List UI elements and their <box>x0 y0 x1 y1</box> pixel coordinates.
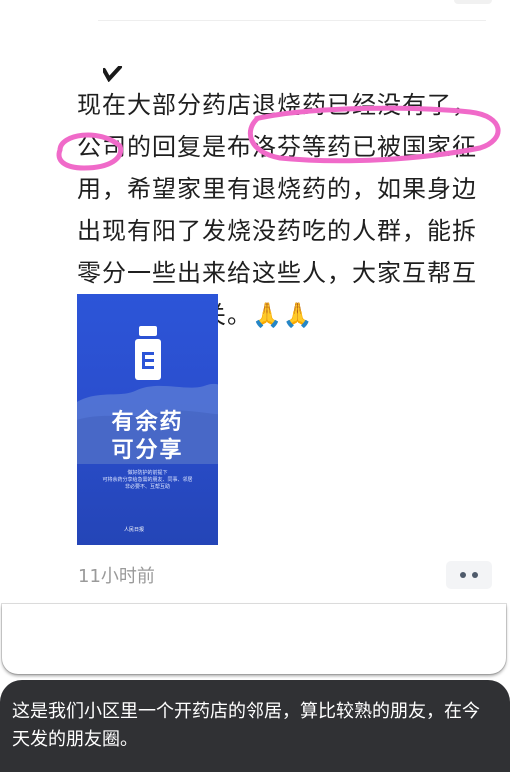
moments-post-screenshot: 现在大部分药店退烧药已经没有了， 公司的回复是布洛芬等药已被国家征 用，希望家里… <box>0 0 510 772</box>
image-body-line3: 非必要不、互帮互助 <box>124 484 170 490</box>
post-image[interactable]: 有余药 可分享 做好防护的前提下 可将余药分享给急需的朋友、同事、邻居 非必要不… <box>77 294 218 545</box>
post-time: 11小时前 <box>78 566 155 587</box>
previous-post-more-button[interactable] <box>454 0 492 4</box>
image-logo-text: 人民日报 <box>124 527 145 533</box>
image-body-line2: 可将余药分享给急需的朋友、同事、邻居 <box>102 477 193 483</box>
image-body-line1: 做好防护的前提下 <box>127 470 168 476</box>
more-dots-icon[interactable] <box>446 561 492 589</box>
caption-text: 这是我们小区里一个开药店的邻居，算比较熟的朋友，在今天发的朋友圈。 <box>12 701 480 750</box>
praying-hands-emoji-icon: 🙏🙏 <box>252 301 314 329</box>
divider <box>98 20 486 21</box>
caption-box: 这是我们小区里一个开药店的邻居，算比较熟的朋友，在今天发的朋友圈。 <box>0 680 510 772</box>
checkmark-scribble-icon <box>103 66 122 82</box>
dot <box>472 572 478 578</box>
image-title-line2: 可分享 <box>111 437 184 463</box>
medicine-bottle-icon <box>135 326 161 380</box>
dot <box>460 572 466 578</box>
post-card-bottom <box>2 604 506 674</box>
